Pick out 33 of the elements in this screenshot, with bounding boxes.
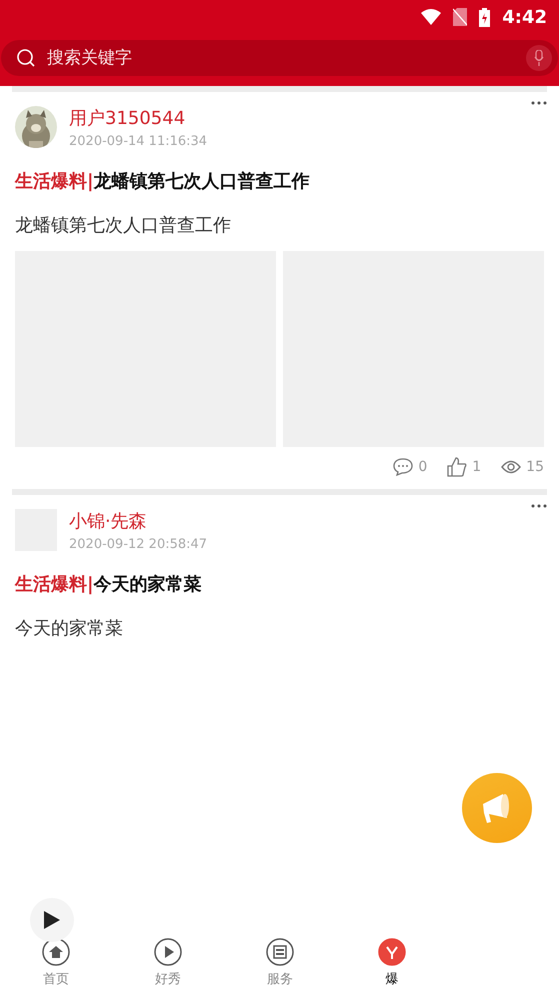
battery-icon bbox=[479, 8, 490, 26]
status-time: 4:42 bbox=[502, 6, 547, 28]
home-icon bbox=[42, 938, 70, 966]
comment-count: 0 bbox=[418, 459, 428, 475]
play-icon bbox=[154, 938, 182, 966]
post-time: 2020-09-12 20:58:47 bbox=[69, 537, 208, 552]
microphone-icon bbox=[534, 50, 544, 66]
play-button[interactable] bbox=[30, 898, 74, 942]
nav-tab[interactable]: 爆 bbox=[336, 936, 448, 994]
author-name[interactable]: 小锦·先森 bbox=[69, 509, 208, 533]
post-time: 2020-09-14 11:16:34 bbox=[69, 134, 208, 149]
nav-tab[interactable]: 好秀 bbox=[112, 936, 224, 994]
search-icon bbox=[16, 48, 36, 68]
eye-icon bbox=[501, 460, 522, 474]
more-icon[interactable] bbox=[530, 503, 548, 509]
post-text: 今天的家常菜 bbox=[15, 617, 124, 640]
post-title[interactable]: 生活爆料|龙蟠镇第七次人口普查工作 bbox=[15, 169, 544, 193]
burst-icon bbox=[378, 938, 406, 966]
newspaper-icon bbox=[266, 938, 294, 966]
post-text: 龙蟠镇第七次人口普查工作 bbox=[15, 214, 232, 237]
like-count: 1 bbox=[472, 459, 482, 475]
post-title[interactable]: 生活爆料|今天的家常菜 bbox=[15, 572, 544, 596]
thumbs-up-icon[interactable] bbox=[447, 457, 468, 477]
comment-icon[interactable] bbox=[393, 458, 414, 476]
view-count: 15 bbox=[526, 459, 544, 475]
nav-tab[interactable]: 服务 bbox=[224, 936, 336, 994]
more-icon[interactable] bbox=[530, 100, 548, 106]
search-field[interactable]: 搜索关键字 bbox=[1, 40, 558, 76]
play-icon bbox=[43, 910, 61, 930]
no-sim-icon bbox=[453, 8, 468, 26]
wifi-icon bbox=[421, 9, 442, 25]
author-name[interactable]: 用户3150544 bbox=[69, 106, 208, 130]
nav-tab[interactable]: 首页 bbox=[0, 936, 112, 994]
